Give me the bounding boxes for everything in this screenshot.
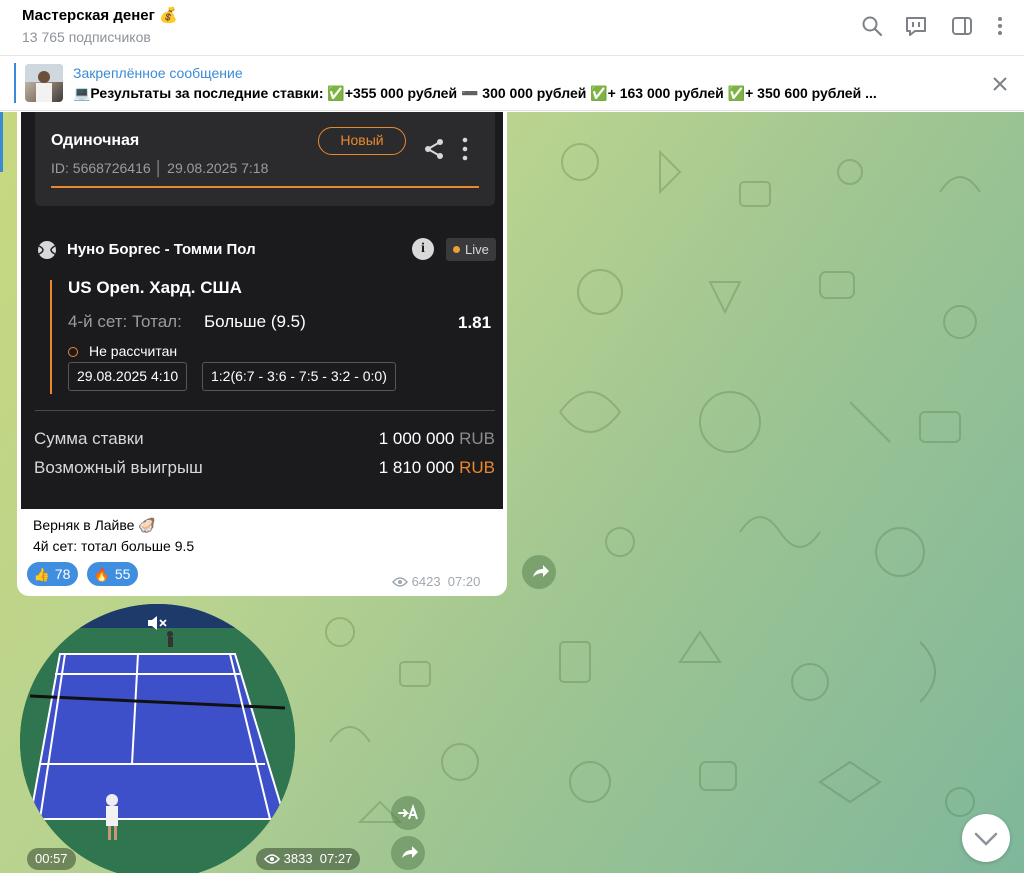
more-icon bbox=[462, 137, 468, 161]
match-name: Нуно Боргес - Томми Пол bbox=[67, 241, 256, 258]
views-eye-icon bbox=[264, 854, 280, 864]
video-time: 07:27 bbox=[319, 851, 353, 866]
channel-title[interactable]: Мастерская денег 💰 bbox=[22, 6, 178, 24]
market-label: 4-й сет: Тотал: bbox=[68, 312, 182, 331]
divider bbox=[35, 410, 495, 411]
more-icon[interactable] bbox=[988, 14, 1012, 38]
views-eye-icon bbox=[392, 577, 408, 587]
bet-type: Одиночная bbox=[51, 132, 140, 149]
close-icon[interactable] bbox=[990, 74, 1010, 94]
video-meta: 3833 07:27 bbox=[256, 848, 361, 870]
tournament: US Open. Хард. США bbox=[68, 278, 242, 297]
tennis-court-icon bbox=[20, 604, 295, 873]
pinned-text: 💻Результаты за последние ставки: ✅+355 0… bbox=[73, 85, 877, 101]
stake-value: 1 000 000 RUB bbox=[379, 429, 495, 449]
pinned-indicator bbox=[14, 63, 16, 103]
fire-icon: 🔥 bbox=[93, 567, 111, 582]
odds: 1.81 bbox=[458, 313, 492, 332]
video-view-count: 3833 bbox=[283, 851, 313, 866]
reaction-fire[interactable]: 🔥 55 bbox=[87, 562, 139, 586]
win-amount: 1 810 000 bbox=[378, 458, 455, 477]
sidebar-icon[interactable] bbox=[950, 14, 974, 38]
doodle-pattern-icon bbox=[559, 143, 981, 817]
share-icon bbox=[425, 139, 443, 159]
message-text-line-2: 4й сет: тотал больше 9.5 bbox=[33, 538, 195, 554]
chat-header: Мастерская денег 💰 13 765 подписчиков bbox=[0, 0, 1024, 56]
transcribe-button[interactable] bbox=[391, 796, 425, 830]
transcribe-icon bbox=[398, 803, 418, 820]
selection-indicator bbox=[50, 280, 52, 394]
new-badge: Новый bbox=[318, 127, 406, 155]
pinned-message-bar[interactable]: Закреплённое сообщение 💻Результаты за по… bbox=[0, 56, 1024, 111]
win-currency: RUB bbox=[459, 458, 495, 477]
pinned-thumbnail bbox=[25, 64, 63, 102]
reaction-count: 78 bbox=[54, 566, 71, 582]
live-chat-icon[interactable] bbox=[904, 14, 928, 38]
bet-slip-image[interactable]: Одиночная ID: 5668726416 │ 29.08.2025 7:… bbox=[21, 112, 503, 509]
subscriber-count: 13 765 подписчиков bbox=[22, 29, 151, 45]
bet-id: ID: 5668726416 │ 29.08.2025 7:18 bbox=[51, 160, 269, 176]
chevron-down-icon bbox=[974, 832, 998, 846]
forward-arrow-icon bbox=[533, 565, 549, 577]
reaction-count: 55 bbox=[114, 566, 131, 582]
stake-currency: RUB bbox=[459, 429, 495, 448]
info-icon: i bbox=[412, 238, 434, 260]
win-label: Возможный выигрыш bbox=[34, 458, 203, 477]
message-text-line-1: Верняк в Лайве 🦪 bbox=[33, 517, 156, 533]
live-badge: Live bbox=[446, 238, 496, 261]
pick: Больше (9.5) bbox=[204, 312, 306, 331]
message-meta: 6423 07:20 bbox=[392, 574, 480, 589]
score-chip: 1:2(6:7 - 3:6 - 7:5 - 3:2 - 0:0) bbox=[202, 362, 396, 391]
pinned-title: Закреплённое сообщение bbox=[73, 65, 243, 81]
video-duration: 00:57 bbox=[27, 848, 76, 870]
header-underline bbox=[51, 186, 479, 188]
scroll-down-button[interactable] bbox=[962, 814, 1010, 862]
view-count: 6423 bbox=[411, 574, 441, 589]
bet-slip-header: Одиночная ID: 5668726416 │ 29.08.2025 7:… bbox=[35, 112, 495, 206]
tennis-ball-icon bbox=[38, 241, 56, 259]
stake-amount: 1 000 000 bbox=[378, 429, 455, 448]
forward-arrow-icon bbox=[402, 846, 418, 858]
stake-label: Сумма ставки bbox=[34, 429, 144, 448]
forward-button[interactable] bbox=[522, 555, 556, 589]
left-edge-indicator bbox=[0, 112, 3, 172]
live-label: Live bbox=[465, 242, 489, 257]
thumbs-up-icon: 👍 bbox=[33, 567, 51, 582]
status-circle-icon bbox=[68, 347, 78, 357]
message-bubble[interactable]: Одиночная ID: 5668726416 │ 29.08.2025 7:… bbox=[17, 112, 507, 596]
message-time: 07:20 bbox=[447, 574, 481, 589]
reaction-thumbs-up[interactable]: 👍 78 bbox=[27, 562, 79, 586]
win-value: 1 810 000 RUB bbox=[379, 458, 495, 478]
video-message[interactable] bbox=[20, 604, 295, 873]
search-icon[interactable] bbox=[860, 14, 884, 38]
bet-status: Не рассчитан bbox=[89, 343, 178, 359]
forward-video-button[interactable] bbox=[391, 836, 425, 870]
date-chip: 29.08.2025 4:10 bbox=[68, 362, 188, 391]
live-dot-icon bbox=[453, 246, 460, 253]
